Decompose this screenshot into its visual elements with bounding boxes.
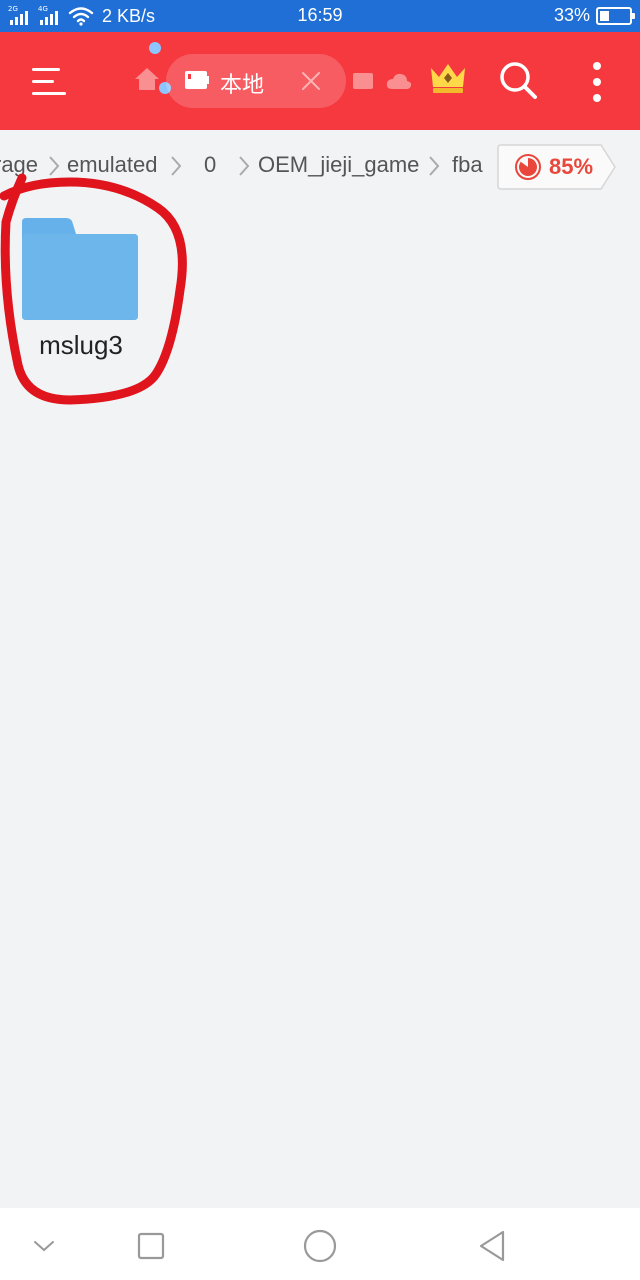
breadcrumb-item-storage[interactable]: rage (0, 152, 38, 178)
back-triangle-icon[interactable] (473, 1226, 513, 1266)
status-right: 33% (553, 5, 635, 26)
clock: 16:59 (297, 5, 343, 25)
battery-percent: 33% (553, 5, 590, 25)
system-nav-bar (0, 1208, 640, 1280)
tab-local[interactable]: 本地 (166, 54, 346, 108)
chevron-right-icon (239, 156, 250, 176)
tab-label: 本地 (220, 73, 265, 98)
storage-usage-badge[interactable]: 85% (497, 144, 617, 190)
circle-icon[interactable] (300, 1226, 340, 1266)
home-icon[interactable] (134, 66, 160, 92)
chevron-down-icon[interactable] (24, 1226, 64, 1266)
breadcrumb-item-oem-jieji-game[interactable]: OEM_jieji_game (258, 152, 419, 178)
cloud-icon[interactable] (386, 72, 412, 90)
breadcrumb-item-fba[interactable]: fba (452, 152, 483, 178)
search-icon[interactable] (498, 60, 538, 100)
chevron-right-icon (49, 156, 60, 176)
sd-card-icon (185, 71, 209, 89)
folder-item-mslug3[interactable]: mslug3 (20, 212, 144, 372)
status-bar: 2G 4G 2 KB/s 16:59 33% (0, 0, 640, 32)
pie-chart-icon (515, 154, 541, 180)
chevron-right-icon (171, 156, 182, 176)
window-icon[interactable] (352, 72, 374, 90)
battery-icon (596, 6, 635, 25)
app-bar: 本地 (0, 32, 640, 130)
folder-icon (22, 218, 138, 320)
crown-icon[interactable] (428, 60, 468, 96)
more-vertical-icon[interactable] (584, 60, 610, 104)
hamburger-menu-icon[interactable] (28, 62, 68, 102)
breadcrumb: rage emulated 0 OEM_jieji_game fba 85% (0, 130, 640, 202)
folder-name: mslug3 (39, 330, 123, 360)
breadcrumb-item-0[interactable]: 0 (204, 152, 216, 178)
battery-fill (600, 10, 610, 21)
breadcrumb-item-emulated[interactable]: emulated (67, 152, 158, 178)
square-icon[interactable] (131, 1226, 171, 1266)
chevron-right-icon (429, 156, 440, 176)
close-icon[interactable] (300, 70, 322, 92)
storage-percent: 85% (549, 154, 594, 179)
indicator-dot-top (149, 42, 161, 54)
